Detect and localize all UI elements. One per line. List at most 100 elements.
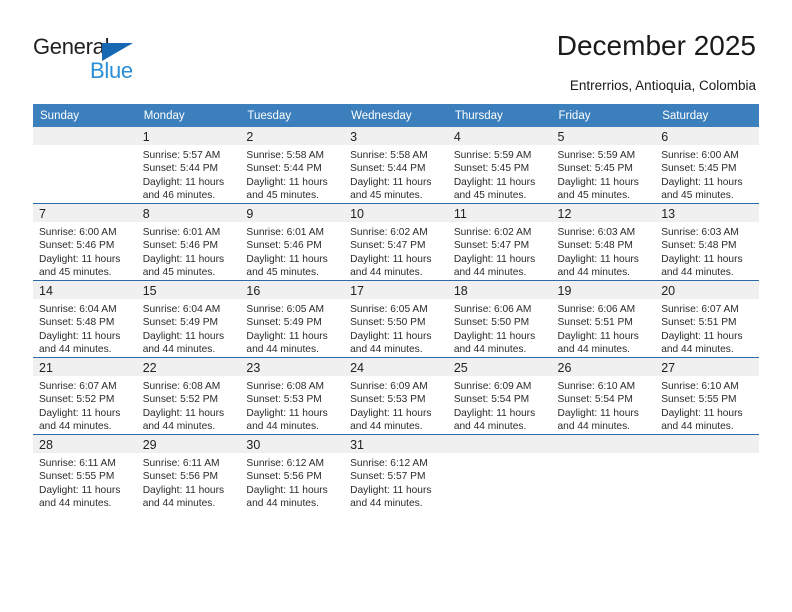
daylight-text-line1: Daylight: 11 hours xyxy=(350,484,432,496)
daylight-text-line1: Daylight: 11 hours xyxy=(453,253,536,265)
calendar-day-cell[interactable]: 18 Sunrise: 6:06 AM Sunset: 5:50 PM Dayligh… xyxy=(447,280,552,358)
sunset-text: Sunset: 5:49 PM xyxy=(142,317,219,329)
sunrise-text: Sunrise: 6:00 AM xyxy=(661,150,739,161)
day-cell-inner xyxy=(447,435,552,511)
calendar-day-cell[interactable]: 31 Sunrise: 6:12 AM Sunset: 5:57 PM Dayligh… xyxy=(344,434,448,511)
calendar-day-cell[interactable]: 30 Sunrise: 6:12 AM Sunset: 5:56 PM Dayligh… xyxy=(240,434,345,511)
calendar-day-cell-empty xyxy=(655,434,759,511)
brand-logo[interactable]: General Blue xyxy=(33,34,163,86)
day-number: 22 xyxy=(142,361,157,375)
daylight-text-line2: and 45 minutes. xyxy=(142,266,216,278)
day-cell-inner: 20 Sunrise: 6:07 AM Sunset: 5:51 PM Dayligh… xyxy=(655,281,759,357)
calendar-day-cell[interactable]: 14 Sunrise: 6:04 AM Sunset: 5:48 PM Dayligh… xyxy=(33,280,137,358)
day-cell-inner: 18 Sunrise: 6:06 AM Sunset: 5:50 PM Dayligh… xyxy=(447,281,552,357)
calendar-day-cell[interactable]: 1 Sunrise: 5:57 AM Sunset: 5:44 PM Daylight… xyxy=(136,127,241,204)
daylight-text-line2: and 45 minutes. xyxy=(246,266,319,278)
sunrise-text: Sunrise: 6:12 AM xyxy=(246,458,324,469)
day-number-band xyxy=(447,435,552,453)
daylight-text-line2: and 45 minutes. xyxy=(350,189,423,201)
calendar-week-row: 14 Sunrise: 6:04 AM Sunset: 5:48 PM Dayligh… xyxy=(33,280,759,358)
day-details: Sunrise: 6:00 AM Sunset: 5:46 PM Daylight:… xyxy=(33,222,137,279)
day-cell-inner: 31 Sunrise: 6:12 AM Sunset: 5:57 PM Dayligh… xyxy=(344,435,448,511)
daylight-text-line2: and 44 minutes. xyxy=(246,420,319,432)
day-number-band: 8 xyxy=(136,204,241,222)
daylight-text-line1: Daylight: 11 hours xyxy=(661,176,743,188)
daylight-text-line1: Daylight: 11 hours xyxy=(142,253,225,265)
day-number-band: 20 xyxy=(655,281,759,299)
sunset-text: Sunset: 5:53 PM xyxy=(350,394,426,406)
daylight-text-line1: Daylight: 11 hours xyxy=(453,330,536,342)
calendar-day-cell[interactable]: 20 Sunrise: 6:07 AM Sunset: 5:51 PM Dayligh… xyxy=(655,280,759,358)
sunset-text: Sunset: 5:44 PM xyxy=(246,163,322,175)
day-cell-inner: 29 Sunrise: 6:11 AM Sunset: 5:56 PM Dayligh… xyxy=(136,435,241,511)
daylight-text-line1: Daylight: 11 hours xyxy=(246,484,328,496)
daylight-text-line2: and 44 minutes. xyxy=(661,420,734,432)
day-number-band: 6 xyxy=(655,127,759,145)
calendar-day-cell[interactable]: 22 Sunrise: 6:08 AM Sunset: 5:52 PM Dayligh… xyxy=(136,357,241,435)
day-number-band: 31 xyxy=(344,435,448,453)
calendar-day-cell[interactable]: 8 Sunrise: 6:01 AM Sunset: 5:46 PM Daylight… xyxy=(136,203,241,281)
calendar-day-cell[interactable]: 25 Sunrise: 6:09 AM Sunset: 5:54 PM Dayligh… xyxy=(447,357,552,435)
calendar-day-cell[interactable]: 4 Sunrise: 5:59 AM Sunset: 5:45 PM Daylight… xyxy=(447,127,552,204)
sunrise-text: Sunrise: 5:59 AM xyxy=(453,150,532,161)
sunrise-text: Sunrise: 5:58 AM xyxy=(246,150,324,161)
day-number: 20 xyxy=(661,284,676,298)
calendar-day-cell[interactable]: 24 Sunrise: 6:09 AM Sunset: 5:53 PM Dayligh… xyxy=(344,357,448,435)
day-cell-inner: 21 Sunrise: 6:07 AM Sunset: 5:52 PM Dayligh… xyxy=(33,358,137,434)
calendar-day-cell[interactable]: 6 Sunrise: 6:00 AM Sunset: 5:45 PM Daylight… xyxy=(655,127,759,204)
calendar-day-cell[interactable]: 5 Sunrise: 5:59 AM Sunset: 5:45 PM Daylight… xyxy=(551,127,656,204)
day-details: Sunrise: 6:08 AM Sunset: 5:53 PM Daylight:… xyxy=(240,376,344,433)
calendar-day-cell[interactable]: 23 Sunrise: 6:08 AM Sunset: 5:53 PM Dayligh… xyxy=(240,357,345,435)
calendar-day-cell[interactable]: 28 Sunrise: 6:11 AM Sunset: 5:55 PM Dayligh… xyxy=(33,434,137,511)
day-number-band xyxy=(33,127,137,145)
calendar-day-cell[interactable]: 13 Sunrise: 6:03 AM Sunset: 5:48 PM Dayligh… xyxy=(655,203,759,281)
page-header: General Blue December 2025 Entrerrios, A… xyxy=(0,0,792,100)
day-cell-inner: 11 Sunrise: 6:02 AM Sunset: 5:47 PM Dayligh… xyxy=(447,204,552,280)
calendar-day-cell[interactable]: 11 Sunrise: 6:02 AM Sunset: 5:47 PM Dayligh… xyxy=(447,203,552,281)
day-details: Sunrise: 5:58 AM Sunset: 5:44 PM Daylight:… xyxy=(240,145,344,202)
day-details: Sunrise: 6:09 AM Sunset: 5:53 PM Daylight:… xyxy=(344,376,448,433)
day-details: Sunrise: 6:04 AM Sunset: 5:49 PM Daylight:… xyxy=(137,299,241,356)
day-details: Sunrise: 6:10 AM Sunset: 5:54 PM Daylight:… xyxy=(552,376,656,433)
day-details: Sunrise: 6:08 AM Sunset: 5:52 PM Daylight:… xyxy=(137,376,241,433)
calendar-week-row: 28 Sunrise: 6:11 AM Sunset: 5:55 PM Dayligh… xyxy=(33,434,759,511)
daylight-text-line2: and 44 minutes. xyxy=(39,420,112,432)
sunset-text: Sunset: 5:53 PM xyxy=(246,394,322,406)
sunrise-text: Sunrise: 5:57 AM xyxy=(142,150,221,161)
day-number: 19 xyxy=(557,284,572,298)
daylight-text-line1: Daylight: 11 hours xyxy=(246,176,328,188)
sunset-text: Sunset: 5:48 PM xyxy=(39,317,115,329)
calendar-day-cell[interactable]: 12 Sunrise: 6:03 AM Sunset: 5:48 PM Dayligh… xyxy=(551,203,656,281)
day-cell-inner: 25 Sunrise: 6:09 AM Sunset: 5:54 PM Dayligh… xyxy=(447,358,552,434)
weekday-header-monday: Monday xyxy=(136,104,241,127)
calendar-day-cell[interactable]: 29 Sunrise: 6:11 AM Sunset: 5:56 PM Dayligh… xyxy=(136,434,241,511)
calendar-day-cell[interactable]: 9 Sunrise: 6:01 AM Sunset: 5:46 PM Daylight… xyxy=(240,203,345,281)
calendar-day-cell-empty xyxy=(33,127,137,204)
daylight-text-line1: Daylight: 11 hours xyxy=(661,253,743,265)
calendar-day-cell[interactable]: 19 Sunrise: 6:06 AM Sunset: 5:51 PM Dayligh… xyxy=(551,280,656,358)
calendar-day-cell[interactable]: 7 Sunrise: 6:00 AM Sunset: 5:46 PM Daylight… xyxy=(33,203,137,281)
calendar-day-cell[interactable]: 21 Sunrise: 6:07 AM Sunset: 5:52 PM Dayligh… xyxy=(33,357,137,435)
daylight-text-line2: and 44 minutes. xyxy=(557,420,631,432)
daylight-text-line1: Daylight: 11 hours xyxy=(661,330,743,342)
calendar-day-cell[interactable]: 2 Sunrise: 5:58 AM Sunset: 5:44 PM Daylight… xyxy=(240,127,345,204)
calendar-day-cell[interactable]: 27 Sunrise: 6:10 AM Sunset: 5:55 PM Dayligh… xyxy=(655,357,759,435)
calendar-day-cell[interactable]: 17 Sunrise: 6:05 AM Sunset: 5:50 PM Dayligh… xyxy=(344,280,448,358)
day-details: Sunrise: 6:06 AM Sunset: 5:51 PM Daylight:… xyxy=(552,299,656,356)
day-number: 11 xyxy=(453,207,467,221)
calendar-day-cell[interactable]: 26 Sunrise: 6:10 AM Sunset: 5:54 PM Dayligh… xyxy=(551,357,656,435)
daylight-text-line2: and 46 minutes. xyxy=(142,189,216,201)
calendar-day-cell[interactable]: 10 Sunrise: 6:02 AM Sunset: 5:47 PM Dayligh… xyxy=(344,203,448,281)
calendar-day-cell[interactable]: 16 Sunrise: 6:05 AM Sunset: 5:49 PM Dayligh… xyxy=(240,280,345,358)
sunset-text: Sunset: 5:48 PM xyxy=(557,240,633,252)
daylight-text-line2: and 45 minutes. xyxy=(246,189,319,201)
calendar-day-cell[interactable]: 15 Sunrise: 6:04 AM Sunset: 5:49 PM Dayligh… xyxy=(136,280,241,358)
daylight-text-line2: and 45 minutes. xyxy=(39,266,112,278)
sunrise-text: Sunrise: 6:11 AM xyxy=(39,458,116,469)
sunrise-text: Sunrise: 6:02 AM xyxy=(350,227,428,238)
daylight-text-line1: Daylight: 11 hours xyxy=(350,330,432,342)
day-details: Sunrise: 6:11 AM Sunset: 5:56 PM Daylight:… xyxy=(137,453,241,510)
daylight-text-line1: Daylight: 11 hours xyxy=(350,407,432,419)
daylight-text-line2: and 45 minutes. xyxy=(557,189,631,201)
calendar-day-cell[interactable]: 3 Sunrise: 5:58 AM Sunset: 5:44 PM Daylight… xyxy=(344,127,448,204)
